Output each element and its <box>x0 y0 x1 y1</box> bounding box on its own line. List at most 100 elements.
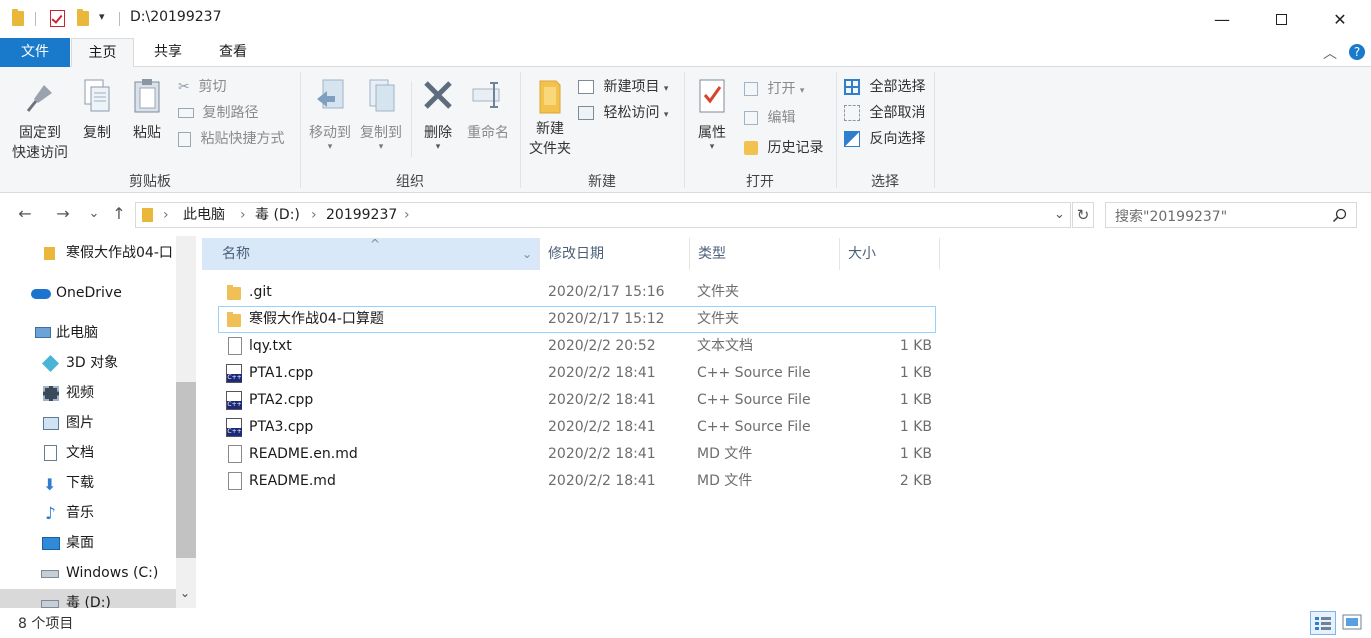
tab-share[interactable]: 共享 <box>136 38 200 67</box>
forward-button[interactable]: → <box>50 202 76 226</box>
onedrive-icon <box>31 289 51 299</box>
edit-button[interactable]: 编辑 <box>744 107 795 129</box>
breadcrumb-separator[interactable]: › <box>163 203 169 227</box>
sidebar-item-3d-objects[interactable]: 3D 对象 <box>0 349 176 377</box>
invert-selection-button[interactable]: 反向选择 <box>844 128 925 150</box>
sidebar-item-this-pc[interactable]: 此电脑 <box>0 319 176 347</box>
sidebar-item-folder[interactable]: 寒假大作战04-口 <box>0 239 176 267</box>
new-item-button[interactable]: 新建项目 ▾ <box>578 76 668 98</box>
easy-access-label: 轻松访问 <box>603 105 660 121</box>
rename-button[interactable]: 重命名 <box>463 75 513 143</box>
help-icon[interactable]: ? <box>1349 44 1365 60</box>
sidebar-item-videos[interactable]: 视频 <box>0 379 176 407</box>
file-row[interactable]: README.en.md 2020/2/2 18:41 MD 文件 1 KB <box>218 441 936 468</box>
delete-button[interactable]: 删除 ▾ <box>416 75 460 152</box>
sidebar-item-drive-c[interactable]: Windows (C:) <box>0 559 176 587</box>
column-type[interactable]: 类型 <box>690 238 840 270</box>
new-item-icon <box>578 80 594 94</box>
breadcrumb-separator[interactable]: › <box>311 203 317 227</box>
large-icons-view-button[interactable] <box>1340 611 1364 635</box>
back-button[interactable]: ← <box>12 202 38 226</box>
tab-file[interactable]: 文件 <box>0 38 70 67</box>
sidebar-item-pictures[interactable]: 图片 <box>0 409 176 437</box>
sidebar-item-drive-d[interactable]: 毒 (D:) <box>0 589 176 608</box>
chevron-down-icon: ▾ <box>663 84 669 94</box>
file-row[interactable]: C++ PTA3.cpp 2020/2/2 18:41 C++ Source F… <box>218 414 936 441</box>
scroll-down-icon[interactable]: ⌄ <box>180 586 190 600</box>
sidebar-item-documents[interactable]: 文档 <box>0 439 176 467</box>
column-date[interactable]: 修改日期 <box>540 238 690 270</box>
file-row[interactable]: .git 2020/2/17 15:16 文件夹 <box>218 279 936 306</box>
breadcrumb-separator[interactable]: › <box>404 203 410 227</box>
paste-shortcut-button[interactable]: 粘贴快捷方式 <box>178 128 284 150</box>
move-to-button[interactable]: 移动到 ▾ <box>305 75 355 152</box>
sidebar-item-onedrive[interactable]: OneDrive <box>0 279 176 307</box>
file-name: .git <box>249 284 272 300</box>
copy-button[interactable]: 复制 <box>76 75 118 143</box>
details-view-button[interactable] <box>1310 611 1336 635</box>
sidebar-item-desktop[interactable]: 桌面 <box>0 529 176 557</box>
history-button[interactable]: 历史记录 <box>744 137 823 159</box>
address-dropdown-icon[interactable]: ⌄ <box>1054 203 1065 227</box>
refresh-button[interactable]: ↻ <box>1072 202 1094 228</box>
open-icon <box>744 82 758 96</box>
chevron-down-icon: ▾ <box>435 142 441 152</box>
file-date: 2020/2/17 15:16 <box>548 284 665 300</box>
pin-icon <box>26 85 52 112</box>
select-none-button[interactable]: 全部取消 <box>844 102 925 124</box>
folder-icon <box>227 285 241 300</box>
file-row[interactable]: lqy.txt 2020/2/2 20:52 文本文档 1 KB <box>218 333 936 360</box>
tab-home[interactable]: 主页 <box>71 38 134 68</box>
up-button[interactable]: ↑ <box>107 202 131 226</box>
maximize-button[interactable] <box>1258 0 1304 38</box>
breadcrumb-drive-d[interactable]: 毒 (D:) <box>255 203 300 227</box>
file-row[interactable]: 寒假大作战04-口算题 2020/2/17 15:12 文件夹 <box>218 306 936 333</box>
qat-dropdown-icon[interactable]: ▾ <box>99 10 105 23</box>
music-icon: ♪ <box>45 504 56 524</box>
close-button[interactable]: ✕ <box>1317 0 1363 38</box>
open-group-label: 打开 <box>746 174 774 190</box>
file-row[interactable]: C++ PTA2.cpp 2020/2/2 18:41 C++ Source F… <box>218 387 936 414</box>
scrollbar-thumb[interactable] <box>176 382 196 558</box>
large-icons-view-icon <box>1342 614 1362 630</box>
search-icon[interactable] <box>1332 208 1348 224</box>
collapse-ribbon-icon[interactable]: ︿ <box>1323 43 1337 63</box>
cut-button[interactable]: ✂ 剪切 <box>178 76 226 98</box>
edit-label: 编辑 <box>767 110 796 126</box>
breadcrumb-separator[interactable]: › <box>240 203 246 227</box>
easy-access-button[interactable]: 轻松访问 ▾ <box>578 102 668 124</box>
paste-shortcut-label: 粘贴快捷方式 <box>200 131 285 147</box>
minimize-button[interactable]: — <box>1199 0 1245 38</box>
file-row[interactable]: README.md 2020/2/2 18:41 MD 文件 2 KB <box>218 468 936 495</box>
breadcrumb-current[interactable]: 20199237 <box>326 203 397 227</box>
copy-to-button[interactable]: 复制到 ▾ <box>356 75 406 152</box>
column-size[interactable]: 大小 <box>840 238 940 270</box>
sidebar-item-downloads[interactable]: ⬇ 下载 <box>0 469 176 497</box>
properties-icon[interactable] <box>50 10 65 27</box>
open-button[interactable]: 打开 ▾ <box>744 78 804 100</box>
divider <box>35 12 36 26</box>
file-date: 2020/2/2 18:41 <box>548 446 656 462</box>
move-to-icon <box>317 79 344 109</box>
sidebar-scrollbar[interactable]: ⌄ <box>176 236 196 608</box>
paste-button[interactable]: 粘贴 <box>124 75 170 143</box>
properties-button[interactable]: 属性 ▾ <box>690 75 734 152</box>
sidebar-item-music[interactable]: ♪ 音乐 <box>0 499 176 527</box>
column-filter-icon[interactable]: ⌄ <box>522 238 532 270</box>
pin-quick-access-button[interactable]: 固定到 快速访问 <box>6 75 74 163</box>
file-row[interactable]: C++ PTA1.cpp 2020/2/2 18:41 C++ Source F… <box>218 360 936 387</box>
select-all-button[interactable]: 全部选择 <box>844 76 925 98</box>
tab-view[interactable]: 查看 <box>200 38 266 67</box>
new-folder-button[interactable]: 新建 文件夹 <box>524 75 576 159</box>
new-folder-icon[interactable] <box>77 9 89 26</box>
copy-path-button[interactable]: 复制路径 <box>178 102 258 124</box>
search-box[interactable]: 搜索"20199237" <box>1105 202 1357 228</box>
column-name[interactable]: 名称 ^ ⌄ <box>202 237 540 270</box>
copy-path-label: 复制路径 <box>202 105 259 121</box>
file-name: lqy.txt <box>249 338 292 354</box>
status-bar: 8 个项目 <box>0 608 1371 638</box>
recent-locations-button[interactable]: ⌄ <box>85 202 103 226</box>
address-bar[interactable]: › 此电脑 › 毒 (D:) › 20199237 › ⌄ <box>135 202 1071 228</box>
file-name: 寒假大作战04-口算题 <box>249 311 384 327</box>
breadcrumb-this-pc[interactable]: 此电脑 <box>183 203 225 227</box>
